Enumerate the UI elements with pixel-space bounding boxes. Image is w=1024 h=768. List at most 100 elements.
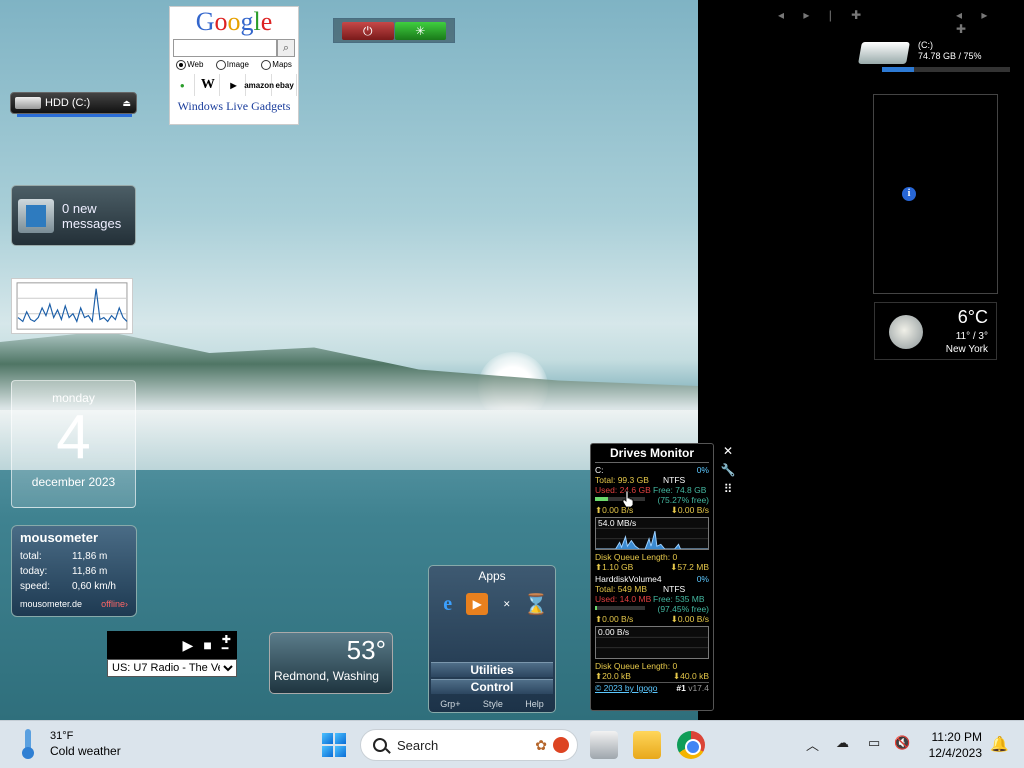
play-icon[interactable]: ▶ (183, 637, 194, 654)
drive2-queue: Disk Queue Length: 0 (595, 661, 678, 671)
mousometer-status[interactable]: offline› (101, 599, 128, 609)
radio-image[interactable]: Image (215, 60, 249, 70)
thermometer-icon (20, 729, 36, 759)
magnifier-icon[interactable]: ⌕ (277, 39, 295, 57)
drive1-totals: ⬆1.10 GB ⬇57.2 MB (595, 562, 709, 572)
windows-start-icon[interactable] (322, 733, 346, 757)
calendar-day-number: 4 (56, 403, 91, 472)
apps-menu-utilities[interactable]: Utilities (431, 662, 553, 677)
drive-label: (C:) (918, 40, 933, 50)
taskbar-weather-temp: 31°F (50, 730, 74, 742)
drive2-total: Total: 549 MB NTFS (595, 584, 686, 594)
ebay-icon[interactable]: ebay (273, 74, 298, 96)
radio-maps[interactable]: Maps (261, 60, 292, 70)
drive2-io: ⬆0.00 B/s ⬇0.00 B/s (595, 614, 709, 624)
clock-time: 11:20 PM (931, 730, 982, 744)
drive1-usage-bar (595, 497, 645, 501)
drag-handle-icon[interactable]: ⠿ (719, 481, 737, 497)
notification-bell-icon[interactable]: 🔔 (990, 735, 1009, 753)
hourglass-icon[interactable]: ⌛ (524, 593, 549, 616)
google-site-icon[interactable]: ● (171, 74, 195, 96)
taskbar-clock[interactable]: 11:20 PM 12/4/2023 (922, 729, 982, 761)
youtube-icon[interactable]: ▶ (222, 74, 246, 96)
amazon-icon[interactable]: amazon (244, 74, 274, 96)
drives-monitor-version: v17.4 (688, 683, 709, 693)
taskbar-weather-text: Cold weather (50, 744, 121, 758)
cloud-offline-icon[interactable]: ☁ (836, 735, 849, 751)
weather-city: New York (945, 344, 988, 355)
hand-cursor-icon (622, 490, 634, 508)
drive1-throughput-chart: 54.0 MB/s (595, 517, 709, 550)
station-select[interactable]: US: U7 Radio - The Ve (107, 659, 237, 677)
mousometer-title: mousometer (20, 530, 99, 545)
drive2-used: Used: 14.0 MB Free: 535 MB (595, 594, 705, 604)
mousometer-row: total: 11,86 m (20, 551, 108, 562)
apps-footer-help[interactable]: Help (525, 699, 544, 709)
stop-icon[interactable]: ■ (203, 637, 211, 653)
mousometer-row: today: 11,86 m (20, 566, 108, 577)
hard-drive-icon (15, 97, 41, 109)
drive2-throughput-chart: 0.00 B/s (595, 626, 709, 659)
gadgets-footer-link[interactable]: Windows Live Gadgets (170, 99, 298, 114)
mousometer-site-link[interactable]: mousometer.de (20, 599, 82, 609)
taskbar-search-box[interactable]: Search ✿ (360, 729, 578, 761)
moon-icon (889, 315, 923, 349)
weather-gadget-new-york[interactable]: 6°C 11° / 3° New York (874, 302, 997, 360)
mail-gadget[interactable]: 0 new messages (11, 185, 136, 246)
mail-count: 0 new (62, 200, 97, 216)
drive2-header: HarddiskVolume4 0% (595, 574, 709, 584)
info-icon[interactable]: i (902, 187, 916, 201)
gadget-side-toolbar: ✕ 🔧 ⠿ (718, 443, 738, 501)
internet-explorer-icon[interactable]: e (437, 593, 459, 615)
radio-gadget: ▶ ■ ✚ ━ US: U7 Radio - The Ve (107, 631, 237, 679)
power-icon[interactable]: ⏻ (342, 22, 394, 40)
drive1-total: Total: 99.3 GB NTFS (595, 475, 686, 485)
hard-drive-icon (858, 42, 910, 64)
apps-menu-control[interactable]: Control (431, 679, 553, 694)
network-icon[interactable]: ▭ (868, 735, 880, 751)
hdd-label: HDD (C:) (45, 97, 91, 109)
task-view-icon[interactable] (590, 731, 618, 759)
drives-monitor-gadget: Drives Monitor C: 0% Total: 99.3 GB NTFS U… (590, 443, 714, 711)
small-window-icon[interactable]: ✕ (496, 593, 518, 615)
volume-icon[interactable]: ✚ ━ (222, 635, 231, 655)
eject-icon[interactable]: ⏏ (122, 98, 131, 109)
drive1-header: C: 0% (595, 465, 709, 475)
slideshow-gadget[interactable]: i (873, 94, 998, 294)
sidebar-nav-right[interactable]: ◂ ▸ ✚ (956, 8, 1024, 36)
sleep-icon[interactable]: ✳ (394, 22, 446, 40)
drive1-used: Used: 24.6 GB Free: 74.8 GB (595, 485, 707, 495)
calendar-month-year: december 2023 (31, 475, 116, 489)
drive-usage-bar (882, 67, 1010, 72)
record-icon (553, 737, 569, 753)
search-label: Search (397, 737, 439, 753)
hdd-gadget[interactable]: HDD (C:) ⏏ (10, 92, 137, 117)
taskbar-weather-widget[interactable]: 31°F Cold weather (20, 729, 121, 759)
drive-usage-text: 74.78 GB / 75% (918, 51, 982, 61)
drive1-usage-row: (75.27% free) (595, 495, 709, 505)
weather-gadget[interactable]: 53° Redmond, Washing (269, 632, 393, 694)
radio-web[interactable]: Web (176, 60, 203, 70)
chevron-up-icon[interactable]: ︿ (806, 735, 819, 754)
volume-muted-icon[interactable]: 🔇 (894, 735, 910, 751)
close-icon[interactable]: ✕ (719, 443, 737, 459)
mail-label: messages (62, 215, 122, 231)
wikipedia-icon[interactable]: W (196, 74, 221, 96)
chrome-icon[interactable] (677, 731, 705, 759)
hdd-usage-bar (17, 114, 132, 117)
drives-monitor-title: Drives Monitor (595, 446, 709, 463)
clock-date: 12/4/2023 (928, 746, 982, 760)
apps-footer-style[interactable]: Style (483, 699, 503, 709)
drives-monitor-copyright-link[interactable]: © 2023 by Igogo (595, 683, 658, 693)
apps-footer-group[interactable]: Grp+ (440, 699, 460, 709)
calendar-gadget[interactable]: monday 4 december 2023 (11, 380, 136, 508)
apps-title: Apps (478, 569, 506, 583)
wrench-icon[interactable]: 🔧 (719, 462, 737, 478)
drive2-totals: ⬆20.0 kB ⬇40.0 kB (595, 671, 709, 681)
media-player-icon[interactable]: ▶ (466, 593, 489, 615)
google-search-gadget: Google ⌕ Web Image Maps ● W ▶ amazon eba… (169, 6, 299, 125)
google-search-input[interactable] (173, 39, 277, 57)
drive-usage-gadget[interactable]: (C:) 74.78 GB / 75% (858, 38, 1012, 74)
sidebar-nav-left[interactable]: ◂ ▸ | ✚ (778, 8, 869, 22)
file-explorer-icon[interactable] (633, 731, 661, 759)
